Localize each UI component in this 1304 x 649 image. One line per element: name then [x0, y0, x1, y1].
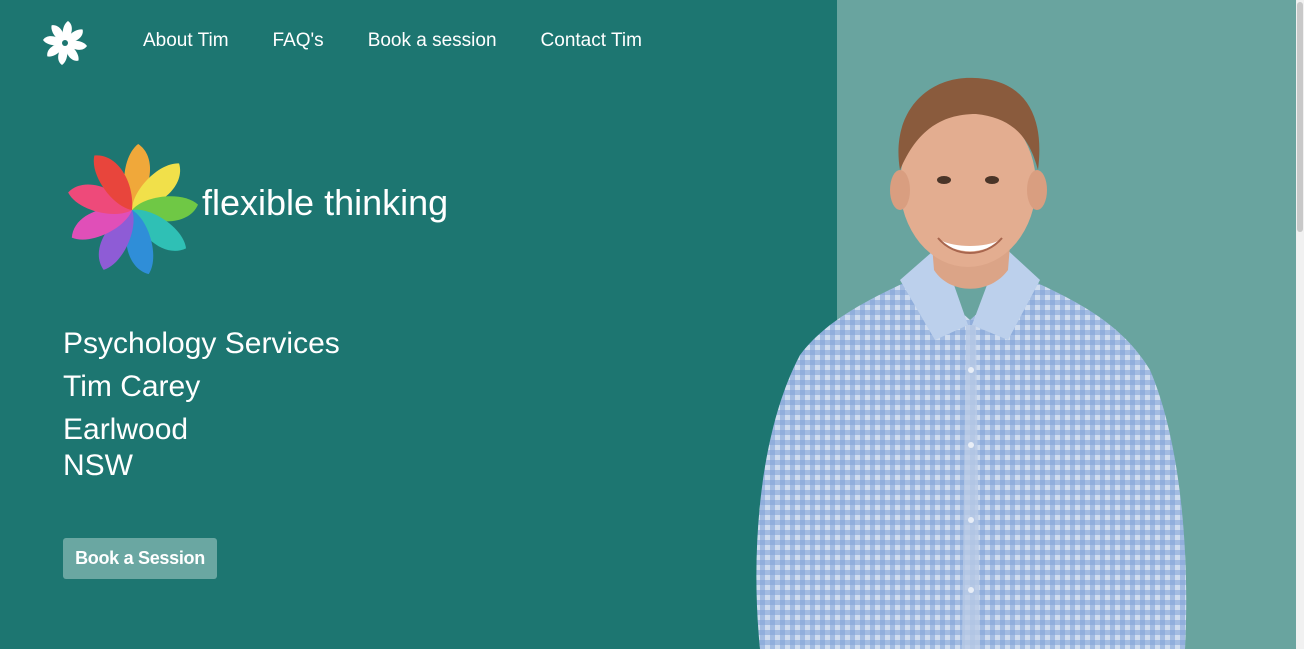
portrait-photo — [756, 77, 1187, 649]
location-state: NSW — [63, 449, 133, 482]
practitioner-name: Tim Carey — [63, 370, 201, 403]
page-scrollbar[interactable] — [1296, 0, 1304, 649]
nav-item-book-a-session[interactable]: Book a session — [368, 29, 497, 53]
nav-item-about-tim[interactable]: About Tim — [143, 29, 229, 53]
book-session-button[interactable]: Book a Session — [63, 538, 217, 579]
pinwheel-icon[interactable] — [40, 18, 90, 68]
rainbow-pinwheel-icon — [68, 144, 199, 275]
brand-name: flexible thinking — [202, 182, 449, 223]
brand-block: flexible thinking — [64, 142, 448, 278]
service-title: Psychology Services — [63, 327, 340, 360]
nav-item-contact-tim[interactable]: Contact Tim — [541, 29, 642, 53]
hero-info: Psychology Services Tim Carey Earlwood N… — [63, 326, 340, 484]
main-nav: About Tim FAQ's Book a session Contact T… — [143, 29, 686, 53]
location-suburb: Earlwood — [63, 413, 189, 446]
scrollbar-thumb[interactable] — [1297, 2, 1303, 232]
nav-item-faqs[interactable]: FAQ's — [273, 29, 324, 53]
